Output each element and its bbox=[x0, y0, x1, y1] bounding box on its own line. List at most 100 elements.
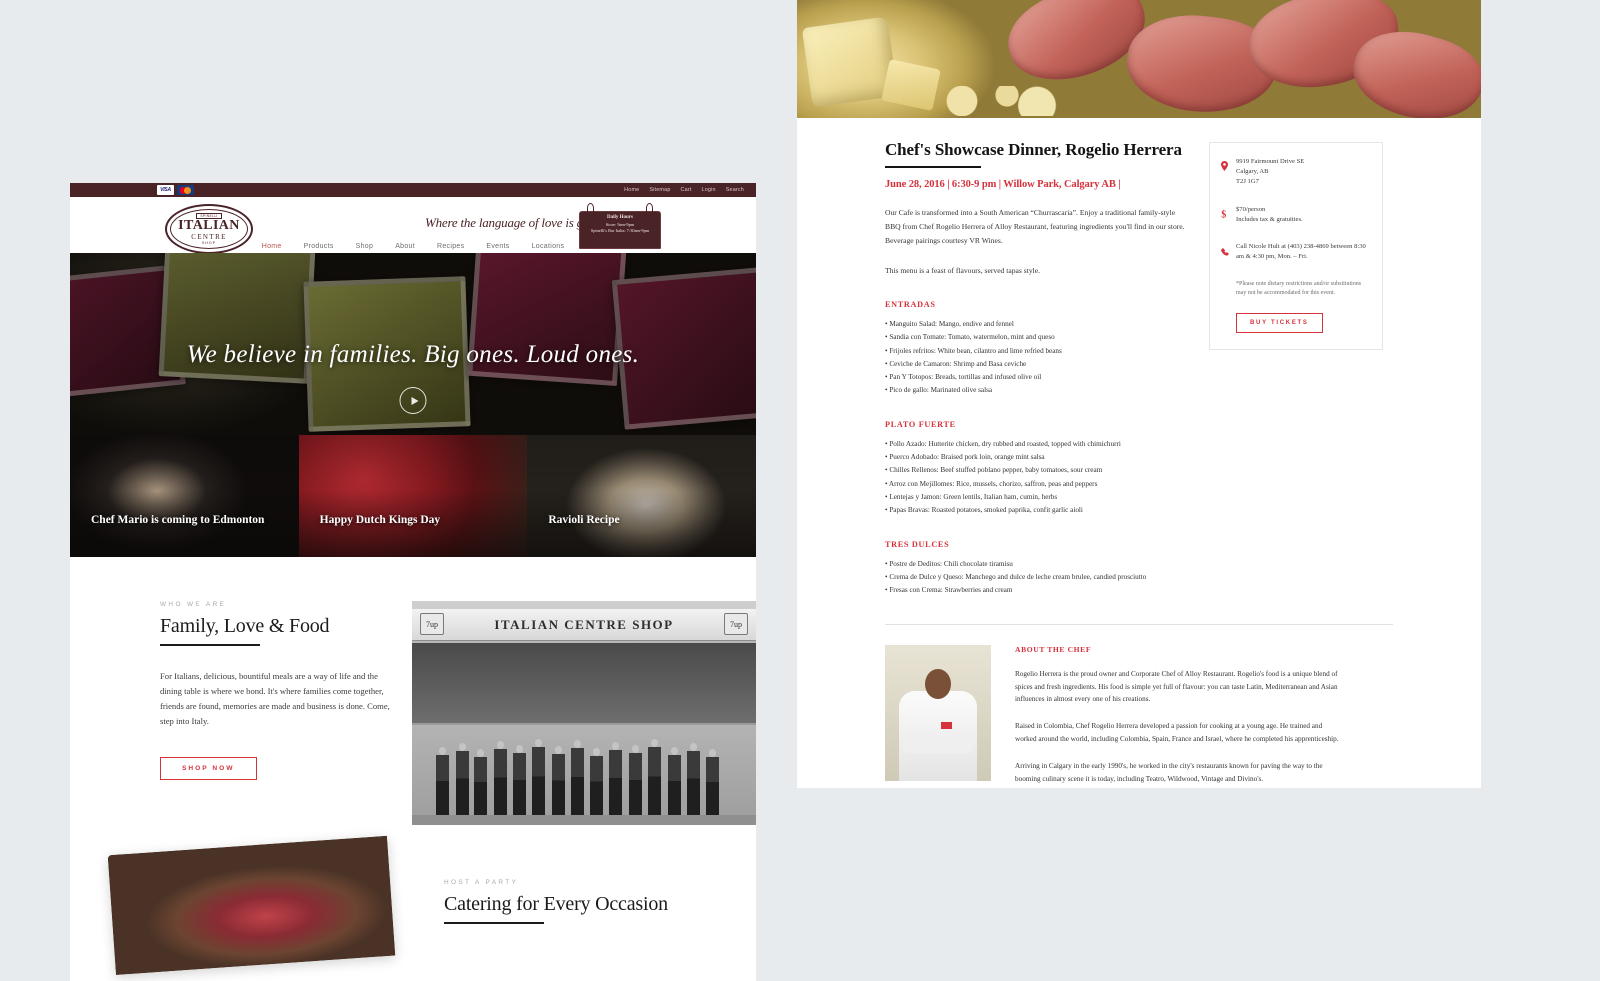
phone-icon bbox=[1221, 242, 1236, 262]
menu-item: • Sandia con Tomate: Tomato, watermelon,… bbox=[885, 333, 1055, 342]
nav-item-about[interactable]: About bbox=[395, 243, 415, 250]
storefront-sign-text: ITALIAN CENTRE SHOP bbox=[494, 617, 674, 632]
italian-centre-homepage-window: VISA Home Sitemap Cart Login Search SPIN… bbox=[70, 183, 756, 981]
event-phone-row: Call Nicole Hult at (403) 238-4869 betwe… bbox=[1221, 242, 1369, 262]
menu-item: • Fresas con Crema: Strawberries and cre… bbox=[885, 586, 1013, 595]
logo-sub-label: CENTRE bbox=[191, 233, 227, 242]
menu-item: • Chilles Rellenos: Beef stuffed poblano… bbox=[885, 466, 1103, 475]
person bbox=[532, 739, 545, 817]
card-overlay bbox=[70, 435, 299, 557]
chef-portrait bbox=[885, 644, 991, 781]
utility-bar: VISA Home Sitemap Cart Login Search bbox=[70, 183, 756, 197]
event-intro-paragraph-2: This menu is a feast of flavours, served… bbox=[885, 265, 1040, 275]
seven-up-sign-right: 7up bbox=[724, 613, 748, 635]
menu-list-tres-dulces: • Postre de Deditos: Chili chocolate tir… bbox=[885, 558, 1187, 598]
chef-coat bbox=[899, 690, 977, 781]
who-we-are-body: For Italians, delicious, bountiful meals… bbox=[160, 670, 390, 726]
heading-underline bbox=[160, 644, 260, 646]
map-pin-icon bbox=[1221, 157, 1236, 188]
utility-link-sitemap[interactable]: Sitemap bbox=[649, 187, 670, 193]
person bbox=[648, 739, 661, 817]
person bbox=[513, 745, 526, 817]
event-body: Chef's Showcase Dinner, Rogelio Herrera … bbox=[797, 118, 1481, 598]
main-navigation: Home Products Shop About Recipes Events … bbox=[70, 243, 756, 250]
feature-card-dutch-kings-day[interactable]: Happy Dutch Kings Day bbox=[298, 435, 528, 557]
event-main-column: Chef's Showcase Dinner, Rogelio Herrera … bbox=[885, 140, 1187, 598]
utility-link-home[interactable]: Home bbox=[624, 187, 639, 193]
who-we-are-text: WHO WE ARE Family, Love & Food For Itali… bbox=[70, 601, 412, 825]
person bbox=[706, 749, 719, 817]
cheese-crumbs bbox=[917, 86, 1067, 116]
dollar-icon: $ bbox=[1221, 205, 1236, 225]
menu-item: • Puerco Adobado: Braised pork loin, ora… bbox=[885, 453, 1045, 462]
event-title-underline bbox=[885, 166, 981, 168]
seven-up-sign-left: 7up bbox=[420, 613, 444, 635]
who-we-are-heading: Family, Love & Food bbox=[160, 615, 330, 637]
chef-bio-paragraph-3: Arriving in Calgary in the early 1990's,… bbox=[1015, 762, 1323, 784]
feature-card-ravioli-recipe[interactable]: Ravioli Recipe bbox=[527, 435, 756, 557]
utility-link-login[interactable]: Login bbox=[702, 187, 716, 193]
logo-crest-label: SPINELLI bbox=[196, 212, 222, 219]
person bbox=[456, 743, 469, 817]
event-disclaimer: *Please note dietary restrictions and/or… bbox=[1236, 280, 1362, 297]
person bbox=[609, 742, 622, 817]
utility-link-search[interactable]: Search bbox=[726, 187, 744, 193]
chef-badge bbox=[941, 721, 952, 729]
utility-link-cart[interactable]: Cart bbox=[681, 187, 692, 193]
person bbox=[629, 745, 642, 817]
menu-item: • Lentejas y Jamon: Green lentils, Itali… bbox=[885, 493, 1058, 501]
event-location-row: 9919 Fairmount Drive SE Calgary, AB T2J … bbox=[1221, 157, 1369, 188]
storefront-people bbox=[412, 715, 756, 825]
storefront-windows bbox=[412, 641, 756, 725]
nav-item-locations[interactable]: Locations bbox=[532, 243, 565, 250]
menu-item: • Ceviche de Camaron: Shrimp and Basa ce… bbox=[885, 359, 1027, 368]
hours-store-line: Store: 9am-9pm bbox=[605, 221, 635, 227]
nav-item-events[interactable]: Events bbox=[486, 243, 509, 250]
menu-heading-entradas: ENTRADAS bbox=[885, 299, 936, 309]
hours-bar-line: Spinelli's Bar Italia: 7:30am-9pm bbox=[590, 228, 650, 233]
chef-arms bbox=[903, 739, 973, 753]
play-triangle bbox=[411, 396, 418, 405]
chef-bio-paragraph-2: Raised in Colombia, Chef Rogelio Herrera… bbox=[1015, 722, 1339, 744]
card-overlay bbox=[298, 435, 528, 557]
menu-item: • Pico de gallo: Marinated olive salsa bbox=[885, 386, 993, 395]
nav-item-products[interactable]: Products bbox=[304, 243, 334, 250]
buy-tickets-button[interactable]: BUY TICKETS bbox=[1236, 312, 1323, 333]
menu-heading-tres-dulces: TRES DULCES bbox=[885, 539, 950, 549]
event-price-text: $70/person Includes tax & gratuities. bbox=[1236, 205, 1303, 223]
menu-list-plato-fuerte: • Pollo Azado: Hutterite chicken, dry ru… bbox=[885, 438, 1187, 518]
logo-main-label: ITALIAN bbox=[178, 218, 240, 234]
catering-section: HOST A PARTY Catering for Every Occasion bbox=[70, 835, 756, 975]
nav-item-shop[interactable]: Shop bbox=[356, 243, 374, 250]
payment-icons: VISA bbox=[157, 185, 194, 195]
menu-item: • Pan Y Totopos: Breads, tortillas and i… bbox=[885, 373, 1042, 382]
menu-item: • Papas Bravas: Roasted potatoes, smoked… bbox=[885, 506, 1083, 515]
chef-bio: ABOUT THE CHEF Rogelio Herrera is the pr… bbox=[991, 645, 1339, 787]
event-meta: June 28, 2016 | 6:30-9 pm | Willow Park,… bbox=[885, 178, 1121, 190]
card-title: Chef Mario is coming to Edmonton bbox=[91, 513, 265, 526]
event-detail-window: Chef's Showcase Dinner, Rogelio Herrera … bbox=[797, 0, 1481, 788]
person bbox=[552, 746, 565, 817]
card-title: Ravioli Recipe bbox=[548, 513, 620, 526]
play-icon[interactable] bbox=[399, 387, 427, 414]
catering-text: HOST A PARTY Catering for Every Occasion bbox=[396, 855, 668, 975]
mastercard-circle-yellow bbox=[184, 186, 191, 194]
menu-heading-plato-fuerte: PLATO FUERTE bbox=[885, 419, 956, 429]
nav-item-recipes[interactable]: Recipes bbox=[437, 243, 464, 250]
feature-card-chef-mario[interactable]: Chef Mario is coming to Edmonton bbox=[70, 435, 299, 557]
person bbox=[571, 740, 584, 817]
shop-now-button[interactable]: SHOP NOW bbox=[160, 756, 257, 780]
menu-item: • Frijoles refritos: White bean, cilantr… bbox=[885, 346, 1062, 355]
person bbox=[687, 743, 700, 817]
who-we-are-eyebrow: WHO WE ARE bbox=[160, 601, 227, 608]
chef-head bbox=[925, 668, 951, 699]
person bbox=[668, 747, 681, 817]
menu-item: • Pollo Azado: Hutterite chicken, dry ru… bbox=[885, 439, 1121, 448]
visa-icon: VISA bbox=[157, 185, 174, 195]
chef-bio-heading: ABOUT THE CHEF bbox=[1015, 644, 1092, 654]
nav-item-home[interactable]: Home bbox=[262, 243, 282, 250]
masthead: SPINELLI ITALIAN CENTRE SHOP Where the l… bbox=[70, 197, 756, 254]
event-price-row: $ $70/person Includes tax & gratuities. bbox=[1221, 205, 1369, 225]
catering-photo bbox=[107, 835, 396, 975]
hours-title: Daily Hours bbox=[607, 215, 633, 220]
